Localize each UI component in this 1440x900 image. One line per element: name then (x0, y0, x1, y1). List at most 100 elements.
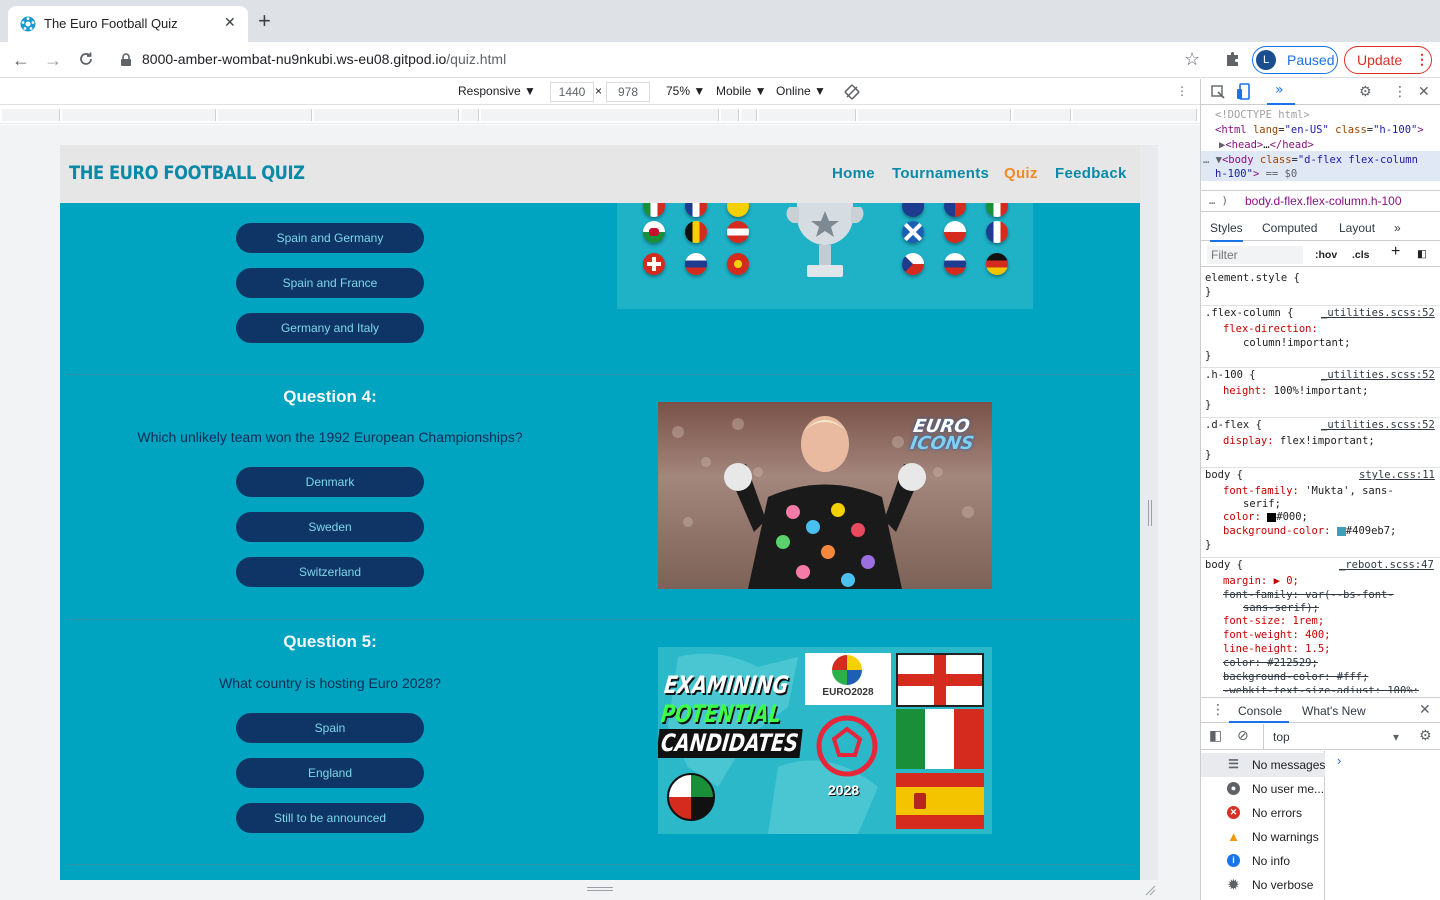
q3-answer-3[interactable]: Germany and Italy (236, 313, 424, 343)
rule-reboot-bg[interactable]: background-color: #fff; (1223, 670, 1368, 684)
crumb-ellipsis[interactable]: … ) (1209, 194, 1228, 208)
extensions-puzzle-icon[interactable] (1224, 50, 1242, 68)
rule-reboot-line-height[interactable]: line-height: 1.5; (1223, 642, 1330, 656)
color-swatch-teal[interactable] (1336, 526, 1346, 536)
address-bar[interactable]: 8000-amber-wombat-nu9nkubi.ws-eu08.gitpo… (142, 51, 506, 67)
body-node[interactable]: … ▼<body class="d-flex flex-column (1203, 153, 1418, 167)
nav-tournaments[interactable]: Tournaments (892, 165, 989, 182)
rule-body-selector[interactable]: body { (1205, 468, 1243, 482)
add-rule-icon[interactable]: + (1391, 244, 1400, 260)
q3-answer-1[interactable]: Spain and Germany (236, 223, 424, 253)
rule-reboot-selector[interactable]: body { (1205, 558, 1243, 572)
rule-dflex-source[interactable]: _utilities.scss:52 (1321, 418, 1435, 432)
hov-toggle[interactable]: :hov (1315, 248, 1337, 262)
rule-body-color[interactable]: color: #000; (1223, 510, 1308, 524)
drawer-menu-icon[interactable]: ⋮ (1211, 702, 1225, 718)
tab-styles[interactable]: Styles (1210, 221, 1243, 242)
rule-reboot-margin[interactable]: margin: ▶ 0; (1223, 574, 1299, 588)
q3-answer-2[interactable]: Spain and France (236, 268, 424, 298)
site-logo[interactable]: THE EURO FOOTBALL QUIZ (69, 162, 305, 184)
q5-answer-1[interactable]: Spain (236, 713, 424, 743)
new-tab-button[interactable]: + (258, 10, 271, 32)
rule-h100-decl[interactable]: height: 100%!important; (1223, 384, 1368, 398)
rule-reboot-font-weight[interactable]: font-weight: 400; (1223, 628, 1330, 642)
context-select[interactable]: top (1273, 730, 1290, 744)
more-panels-icon[interactable]: » (1275, 82, 1284, 98)
rule-dflex-decl[interactable]: display: flex!important; (1223, 434, 1375, 448)
rule-body-source[interactable]: style.css:11 (1359, 468, 1435, 482)
throttle-select[interactable]: Online ▼ (776, 84, 826, 98)
device-type-select[interactable]: Mobile ▼ (716, 84, 767, 98)
back-arrow-icon[interactable]: ← (12, 50, 30, 70)
tab-computed[interactable]: Computed (1262, 221, 1317, 235)
filter-messages[interactable]: ☰ No messages (1201, 753, 1325, 777)
profile-button[interactable]: L Paused (1252, 46, 1338, 74)
context-dropdown-icon[interactable]: ▾ (1393, 730, 1399, 744)
filter-errors[interactable]: ✕ No errors (1201, 801, 1325, 825)
rule-flex-column-prop[interactable]: flex-direction: (1223, 322, 1318, 336)
update-button[interactable]: Update ⋮ (1344, 46, 1432, 74)
rule-body-font-family[interactable]: font-family: 'Mukta', sans- (1223, 484, 1394, 498)
resize-corner-icon[interactable] (1144, 884, 1156, 896)
tab-console[interactable]: Console (1238, 704, 1282, 718)
q5-answer-3[interactable]: Still to be announced (236, 803, 424, 833)
color-swatch-black[interactable] (1267, 512, 1277, 522)
filter-user-messages[interactable]: ● No user me... (1201, 777, 1325, 801)
rule-reboot-font-size[interactable]: font-size: 1rem; (1223, 614, 1324, 628)
nav-feedback[interactable]: Feedback (1055, 165, 1127, 182)
q4-answer-1[interactable]: Denmark (236, 467, 424, 497)
console-prompt-icon[interactable]: › (1337, 753, 1341, 768)
filter-warnings[interactable]: ▲ No warnings (1201, 825, 1325, 849)
close-drawer-icon[interactable]: ✕ (1419, 702, 1431, 718)
rule-reboot-webkit[interactable]: -webkit-text-size-adjust: 100%; (1223, 684, 1439, 693)
cls-toggle[interactable]: .cls (1352, 248, 1370, 262)
inspect-element-icon[interactable] (1210, 84, 1226, 100)
rule-h100-source[interactable]: _utilities.scss:52 (1321, 368, 1435, 382)
more-tabs-icon[interactable]: » (1394, 221, 1401, 235)
rule-reboot-color[interactable]: color: #212529; (1223, 656, 1318, 670)
filter-info[interactable]: i No info (1201, 849, 1325, 873)
zoom-select[interactable]: 75% ▼ (666, 84, 705, 98)
device-toggle-icon[interactable] (1236, 83, 1252, 101)
reload-icon[interactable] (78, 51, 94, 67)
forward-arrow-icon[interactable]: → (44, 50, 62, 70)
browser-tab[interactable]: The Euro Football Quiz ✕ (8, 6, 248, 42)
console-sidebar-icon[interactable]: ◧ (1209, 728, 1222, 744)
crumb-body[interactable]: body.d-flex.flex-column.h-100 (1245, 194, 1402, 208)
rule-reboot-source[interactable]: _reboot.scss:47 (1339, 558, 1434, 572)
q4-answer-3[interactable]: Switzerland (236, 557, 424, 587)
viewport-width-input[interactable]: 1440 (550, 82, 594, 102)
rule-flex-column-value[interactable]: column!important; (1243, 336, 1350, 350)
q5-answer-2[interactable]: England (236, 758, 424, 788)
tab-whats-new[interactable]: What's New (1302, 704, 1366, 718)
rule-element-style[interactable]: element.style { (1205, 271, 1300, 285)
rule-flex-column-source[interactable]: _utilities.scss:52 (1321, 306, 1435, 320)
devtools-menu-icon[interactable]: ⋮ (1393, 84, 1407, 100)
rule-flex-column-selector[interactable]: .flex-column { (1205, 306, 1294, 320)
rotate-icon[interactable] (844, 84, 860, 100)
resize-handle-bottom[interactable] (587, 887, 613, 891)
close-devtools-icon[interactable]: ✕ (1418, 84, 1430, 100)
lock-icon[interactable] (120, 53, 132, 67)
bookmark-star-icon[interactable]: ☆ (1184, 49, 1200, 70)
tab-close-icon[interactable]: ✕ (224, 14, 236, 31)
clear-console-icon[interactable]: ⊘ (1237, 728, 1249, 744)
toggle-sidebar-icon[interactable]: ◧ (1417, 247, 1427, 261)
rule-h100-selector[interactable]: .h-100 { (1205, 368, 1256, 382)
head-node[interactable]: ▶<head>…</head> (1219, 138, 1314, 152)
viewport-height-input[interactable]: 978 (606, 82, 650, 102)
device-mode-select[interactable]: Responsive ▼ (458, 84, 536, 98)
filter-verbose[interactable]: ✹ No verbose (1201, 873, 1325, 897)
tab-layout[interactable]: Layout (1339, 221, 1375, 235)
styles-filter-input[interactable] (1207, 246, 1303, 264)
resize-handle-right[interactable] (1148, 500, 1152, 526)
nav-home[interactable]: Home (832, 165, 875, 182)
q4-answer-2[interactable]: Sweden (236, 512, 424, 542)
settings-gear-icon[interactable]: ⚙ (1359, 84, 1372, 100)
rule-body-bg[interactable]: background-color: #409eb7; (1223, 524, 1396, 538)
html-node[interactable]: <html lang="en-US" class="h-100"> (1215, 123, 1424, 137)
nav-quiz[interactable]: Quiz (1004, 165, 1038, 182)
console-settings-icon[interactable]: ⚙ (1419, 728, 1432, 744)
device-options-icon[interactable]: ⋮ (1176, 84, 1188, 98)
rule-dflex-selector[interactable]: .d-flex { (1205, 418, 1262, 432)
